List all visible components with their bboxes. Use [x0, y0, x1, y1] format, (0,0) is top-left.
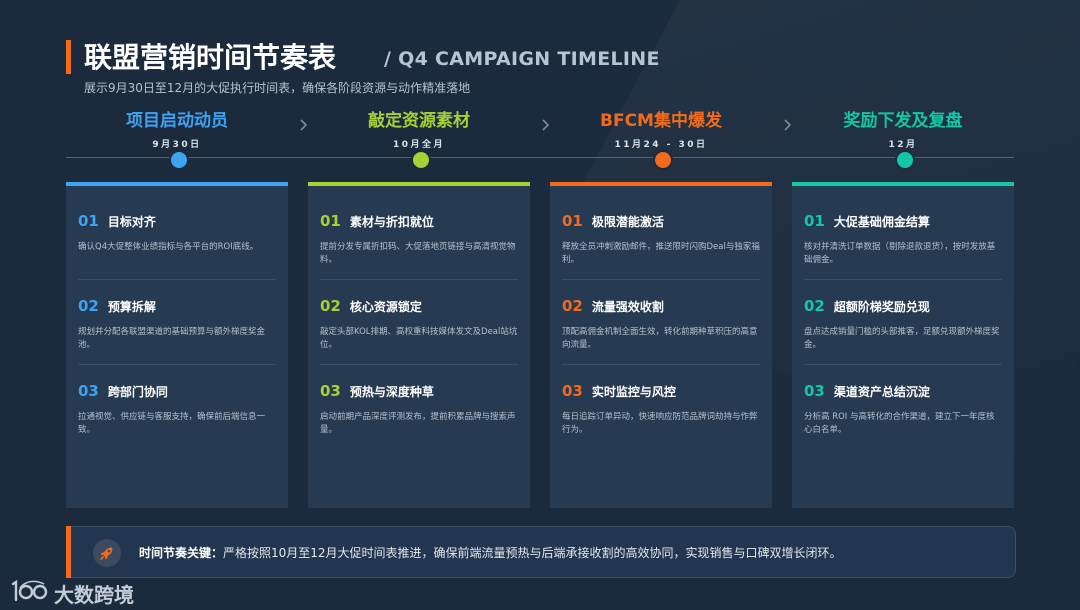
item-number: 03 — [78, 382, 99, 400]
divider — [320, 364, 518, 365]
phase-header-1: 项目启动动员 9月30日 — [66, 106, 288, 150]
item-text: 提前分发专属折扣码、大促落地页链接与高清视觉物料。 — [320, 242, 516, 265]
item-text: 释放全员冲刺激励邮件，推送限时闪购Deal与独家福利。 — [562, 242, 760, 265]
phase-card-3: 01 极限潜能激活 释放全员冲刺激励邮件，推送限时闪购Deal与独家福利。 02 流… — [550, 182, 772, 508]
timeline-dot-4 — [895, 150, 915, 170]
list-item: 02 超额阶梯奖励兑现 盘点达成销量门槛的头部推客，足额兑现额外梯度奖金。 — [804, 297, 1002, 352]
phase-card-4: 01 大促基础佣金结算 核对并清洗订单数据（剔除退款退货），按时发放基础佣金。 0… — [792, 182, 1014, 508]
item-number: 02 — [562, 297, 583, 315]
brand-name: 大数跨境 — [54, 583, 134, 607]
phase-card-1: 01 目标对齐 确认Q4大促整体业绩指标与各平台的ROI底线。 02 预算拆解 规划… — [66, 182, 288, 508]
item-title: 大促基础佣金结算 — [833, 214, 930, 229]
timeline-dot-3 — [653, 150, 673, 170]
title-accent-bar — [66, 40, 71, 74]
item-text: 规划并分配各联盟渠道的基础预算与额外梯度奖金池。 — [78, 327, 266, 350]
item-number: 03 — [320, 382, 341, 400]
item-number: 03 — [804, 382, 825, 400]
phase-header-4: 奖励下发及复盘 12月 — [792, 106, 1014, 150]
list-item: 03 渠道资产总结沉淀 分析高 ROI 与高转化的合作渠道，建立下一年度核心白名单… — [804, 382, 1002, 437]
list-item: 02 核心资源锁定 敲定头部KOL排期、高权重科技媒体发文及Deal站坑位。 — [320, 297, 518, 352]
phase-name: 敲定资源素材 — [368, 111, 470, 131]
brand-logo: 大数跨境 — [10, 576, 150, 607]
item-title: 预热与深度种草 — [349, 384, 434, 399]
list-item: 03 跨部门协同 拉通视觉、供应链与客服支持，确保前后端信息一致。 — [78, 382, 276, 437]
item-title: 渠道资产总结沉淀 — [833, 384, 930, 399]
divider — [320, 279, 518, 280]
timeline-dot-2 — [411, 150, 431, 170]
rocket-icon — [93, 539, 121, 567]
item-text: 核对并清洗订单数据（剔除退款退货），按时发放基础佣金。 — [804, 242, 996, 265]
brand-logo-mark — [11, 579, 48, 602]
item-text: 分析高 ROI 与高转化的合作渠道，建立下一年度核心白名单。 — [804, 412, 995, 435]
timeline-dot-1 — [169, 150, 189, 170]
item-text: 每日追踪订单异动，快速响应防范品牌词劫持与作弊行为。 — [562, 412, 758, 435]
key-note-text: 时间节奏关键：严格按照10月至12月大促时间表推进，确保前端流量预热与后端承接收… — [139, 544, 842, 561]
item-number: 02 — [78, 297, 99, 315]
chevron-right-icon — [541, 118, 551, 132]
item-number: 01 — [804, 212, 825, 230]
item-text: 顶配高佣金机制全面生效，转化前期种草积压的高意向流量。 — [562, 327, 758, 350]
list-item: 01 目标对齐 确认Q4大促整体业绩指标与各平台的ROI底线。 — [78, 212, 276, 254]
divider — [804, 279, 1002, 280]
item-text: 拉通视觉、供应链与客服支持，确保前后端信息一致。 — [78, 412, 266, 435]
item-title: 核心资源锁定 — [349, 299, 422, 314]
divider — [562, 279, 760, 280]
chevron-right-icon — [783, 118, 793, 132]
list-item: 01 极限潜能激活 释放全员冲刺激励邮件，推送限时闪购Deal与独家福利。 — [562, 212, 760, 267]
phase-name: 奖励下发及复盘 — [843, 111, 963, 131]
item-number: 02 — [320, 297, 341, 315]
phase-date: 12月 — [888, 140, 918, 150]
page-subtitle: / Q4 CAMPAIGN TIMELINE — [384, 48, 660, 70]
item-title: 超额阶梯奖励兑现 — [833, 299, 930, 314]
item-title: 流量强效收割 — [591, 299, 664, 314]
phase-name: 项目启动动员 — [126, 111, 228, 131]
divider — [78, 279, 276, 280]
page-description: 展示9月30日至12月的大促执行时间表，确保各阶段资源与动作精准落地 — [84, 81, 471, 95]
list-item: 03 实时监控与风控 每日追踪订单异动，快速响应防范品牌词劫持与作弊行为。 — [562, 382, 760, 437]
phase-date: 9月30日 — [152, 140, 202, 150]
phase-header-3: BFCM集中爆发 11月24 - 30日 — [550, 106, 772, 150]
page-title: 联盟营销时间节奏表 — [84, 41, 337, 74]
phase-header-2: 敲定资源素材 10月全月 — [308, 106, 530, 150]
item-text: 确认Q4大促整体业绩指标与各平台的ROI底线。 — [78, 242, 259, 252]
item-title: 实时监控与风控 — [591, 384, 676, 399]
item-title: 跨部门协同 — [107, 384, 168, 399]
key-note-body: 严格按照10月至12月大促时间表推进，确保前端流量预热与后端承接收割的高效协同，… — [223, 546, 842, 560]
list-item: 01 素材与折扣就位 提前分发专属折扣码、大促落地页链接与高清视觉物料。 — [320, 212, 518, 267]
item-title: 素材与折扣就位 — [349, 214, 434, 229]
key-note-banner: 时间节奏关键：严格按照10月至12月大促时间表推进，确保前端流量预热与后端承接收… — [66, 526, 1016, 578]
divider — [562, 364, 760, 365]
footer-accent-bar — [66, 526, 71, 578]
item-title: 预算拆解 — [107, 299, 156, 314]
divider — [78, 364, 276, 365]
phase-card-2: 01 素材与折扣就位 提前分发专属折扣码、大促落地页链接与高清视觉物料。 02 核心… — [308, 182, 530, 508]
item-title: 极限潜能激活 — [591, 214, 664, 229]
phase-date: 10月全月 — [392, 140, 446, 150]
phase-name: BFCM集中爆发 — [600, 111, 722, 131]
item-number: 01 — [562, 212, 583, 230]
list-item: 03 预热与深度种草 启动前期产品深度评测发布，提前积累品牌与搜索声量。 — [320, 382, 518, 437]
list-item: 02 预算拆解 规划并分配各联盟渠道的基础预算与额外梯度奖金池。 — [78, 297, 276, 352]
chevron-right-icon — [299, 118, 309, 132]
key-note-label: 时间节奏关键： — [139, 546, 224, 560]
item-number: 01 — [320, 212, 341, 230]
item-number: 01 — [78, 212, 99, 230]
phase-date: 11月24 - 30日 — [614, 140, 708, 150]
item-text: 启动前期产品深度评测发布，提前积累品牌与搜索声量。 — [320, 412, 516, 435]
list-item: 01 大促基础佣金结算 核对并清洗订单数据（剔除退款退货），按时发放基础佣金。 — [804, 212, 1002, 267]
item-number: 02 — [804, 297, 825, 315]
item-title: 目标对齐 — [107, 214, 156, 229]
item-text: 盘点达成销量门槛的头部推客，足额兑现额外梯度奖金。 — [804, 327, 1000, 350]
item-number: 03 — [562, 382, 583, 400]
timeline-line — [66, 157, 1014, 158]
divider — [804, 364, 1002, 365]
item-text: 敲定头部KOL排期、高权重科技媒体发文及Deal站坑位。 — [320, 327, 518, 350]
list-item: 02 流量强效收割 顶配高佣金机制全面生效，转化前期种草积压的高意向流量。 — [562, 297, 760, 352]
